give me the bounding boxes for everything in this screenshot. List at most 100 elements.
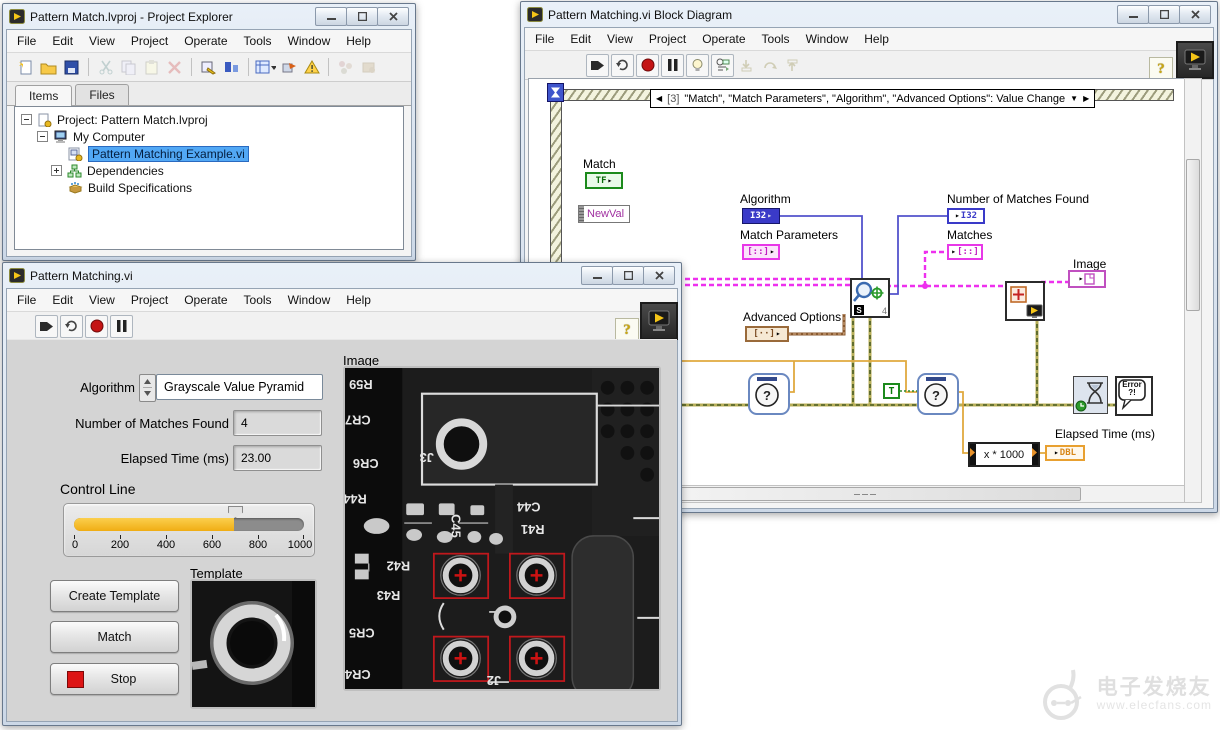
image-terminal[interactable]: ▸ — [1068, 270, 1106, 288]
abort-button[interactable] — [636, 54, 659, 77]
cut-button[interactable] — [95, 57, 116, 78]
menu-edit[interactable]: Edit — [44, 291, 81, 309]
control-line-slider[interactable]: 0 200 400 600 800 1000 — [63, 503, 315, 557]
matches-found-display[interactable]: 4 — [233, 410, 322, 436]
menu-tools[interactable]: Tools — [236, 291, 280, 309]
tab-files[interactable]: Files — [75, 84, 128, 105]
minimize-button[interactable] — [581, 266, 613, 285]
vi-tools-button[interactable] — [198, 57, 219, 78]
minimize-button[interactable] — [1117, 5, 1149, 24]
newval-event-node[interactable]: NewVal — [578, 205, 630, 223]
open-button[interactable] — [38, 57, 59, 78]
event-timeout-terminal[interactable] — [547, 83, 564, 102]
front-panel-titlebar[interactable]: Pattern Matching.vi — [3, 263, 681, 288]
menu-edit[interactable]: Edit — [44, 32, 81, 50]
tree-item-dependencies[interactable]: Dependencies — [15, 162, 403, 179]
menu-project[interactable]: Project — [641, 30, 694, 48]
minimize-button[interactable] — [315, 7, 347, 26]
algorithm-i32-terminal[interactable]: I32▸ — [742, 208, 780, 224]
menu-file[interactable]: File — [9, 32, 44, 50]
copy-button[interactable] — [118, 57, 139, 78]
match-parameters-terminal[interactable]: [::]▸ — [742, 244, 780, 260]
elapsed-time-display[interactable]: 23.00 — [233, 445, 322, 471]
project-explorer-titlebar[interactable]: Pattern Match.lvproj - Project Explorer — [3, 4, 415, 29]
maximize-button[interactable] — [346, 7, 378, 26]
tick-count-vi-1[interactable]: ? — [748, 373, 790, 415]
run-button[interactable] — [35, 315, 58, 338]
collapse-toggle[interactable] — [37, 131, 48, 142]
run-continuous-button[interactable] — [611, 54, 634, 77]
menu-operate[interactable]: Operate — [176, 32, 235, 50]
pattern-match-vi[interactable]: S 4 — [850, 278, 890, 318]
maximize-button[interactable] — [1148, 5, 1180, 24]
step-into-button[interactable] — [736, 55, 757, 76]
pcb-image-display[interactable]: R59 CR7 J3 CR6 R44 C45 C44 R41 R42 R43 C… — [343, 366, 661, 691]
menu-project[interactable]: Project — [123, 32, 176, 50]
menu-view[interactable]: View — [81, 291, 123, 309]
tree-item-build-specs[interactable]: Build Specifications — [15, 179, 403, 196]
menu-tools[interactable]: Tools — [236, 32, 280, 50]
menu-operate[interactable]: Operate — [694, 30, 753, 48]
run-continuous-button[interactable] — [60, 315, 83, 338]
tick-count-vi-2[interactable]: ? — [917, 373, 959, 415]
tree-item-project[interactable]: Project: Pattern Match.lvproj — [15, 111, 403, 128]
hierarchy-button[interactable] — [221, 57, 242, 78]
run-build-button[interactable] — [358, 57, 379, 78]
match-button[interactable]: Match — [50, 621, 179, 653]
wait-ms-vi[interactable] — [1073, 376, 1108, 414]
tree-item-computer[interactable]: My Computer — [15, 128, 403, 145]
menu-tools[interactable]: Tools — [754, 30, 798, 48]
vertical-scrollbar[interactable] — [1184, 78, 1202, 503]
elapsed-time-dbl-terminal[interactable]: ▸DBL — [1045, 445, 1085, 461]
menu-help[interactable]: Help — [856, 30, 897, 48]
close-button[interactable] — [643, 266, 675, 285]
save-button[interactable] — [61, 57, 82, 78]
event-case-selector[interactable]: ◀ [3] "Match", "Match Parameters", "Algo… — [650, 89, 1095, 108]
menu-window[interactable]: Window — [280, 291, 339, 309]
stop-button[interactable]: Stop — [50, 663, 179, 695]
match-tf-terminal[interactable]: TF▸ — [585, 172, 623, 189]
algorithm-spinner[interactable] — [139, 374, 156, 402]
menu-file[interactable]: File — [9, 291, 44, 309]
horizontal-scroll-thumb[interactable] — [649, 487, 1081, 501]
advanced-options-terminal[interactable]: [··]▸ — [745, 326, 789, 342]
close-button[interactable] — [377, 7, 409, 26]
warning-button[interactable] — [301, 57, 322, 78]
algorithm-combobox[interactable]: Grayscale Value Pyramid — [156, 374, 323, 400]
block-diagram-titlebar[interactable]: Pattern Matching.vi Block Diagram — [521, 2, 1217, 27]
collapse-toggle[interactable] — [21, 114, 32, 125]
tree-item-vi[interactable]: Pattern Matching Example.vi — [15, 145, 403, 162]
menu-file[interactable]: File — [527, 30, 562, 48]
retain-wire-values-button[interactable] — [711, 54, 734, 77]
expression-node[interactable]: x * 1000 — [968, 442, 1040, 467]
matches-terminal[interactable]: ▸[::] — [947, 244, 983, 260]
menu-view[interactable]: View — [599, 30, 641, 48]
menu-help[interactable]: Help — [338, 32, 379, 50]
slider-track[interactable] — [74, 518, 304, 531]
step-out-button[interactable] — [782, 55, 803, 76]
menu-view[interactable]: View — [81, 32, 123, 50]
vertical-scroll-thumb[interactable] — [1186, 159, 1200, 311]
maximize-button[interactable] — [612, 266, 644, 285]
paste-button[interactable] — [141, 57, 162, 78]
deploy-button[interactable] — [278, 57, 299, 78]
close-button[interactable] — [1179, 5, 1211, 24]
pause-button[interactable] — [661, 54, 684, 77]
true-constant[interactable]: T — [883, 383, 900, 399]
menu-operate[interactable]: Operate — [176, 291, 235, 309]
expand-toggle[interactable] — [51, 165, 62, 176]
menu-project[interactable]: Project — [123, 291, 176, 309]
pause-button[interactable] — [110, 315, 133, 338]
abort-button[interactable] — [85, 315, 108, 338]
case-dropdown-icon[interactable]: ▼ — [1070, 95, 1078, 103]
next-case-icon[interactable]: ▶ — [1083, 95, 1089, 103]
previous-case-icon[interactable]: ◀ — [656, 95, 662, 103]
new-vi-button[interactable] — [15, 57, 36, 78]
view-grid-button[interactable] — [255, 57, 276, 78]
menu-edit[interactable]: Edit — [562, 30, 599, 48]
delete-button[interactable] — [164, 57, 185, 78]
simple-error-handler-vi[interactable]: Error ?! — [1115, 376, 1153, 416]
run-button[interactable] — [586, 54, 609, 77]
step-over-button[interactable] — [759, 55, 780, 76]
menu-help[interactable]: Help — [338, 291, 379, 309]
